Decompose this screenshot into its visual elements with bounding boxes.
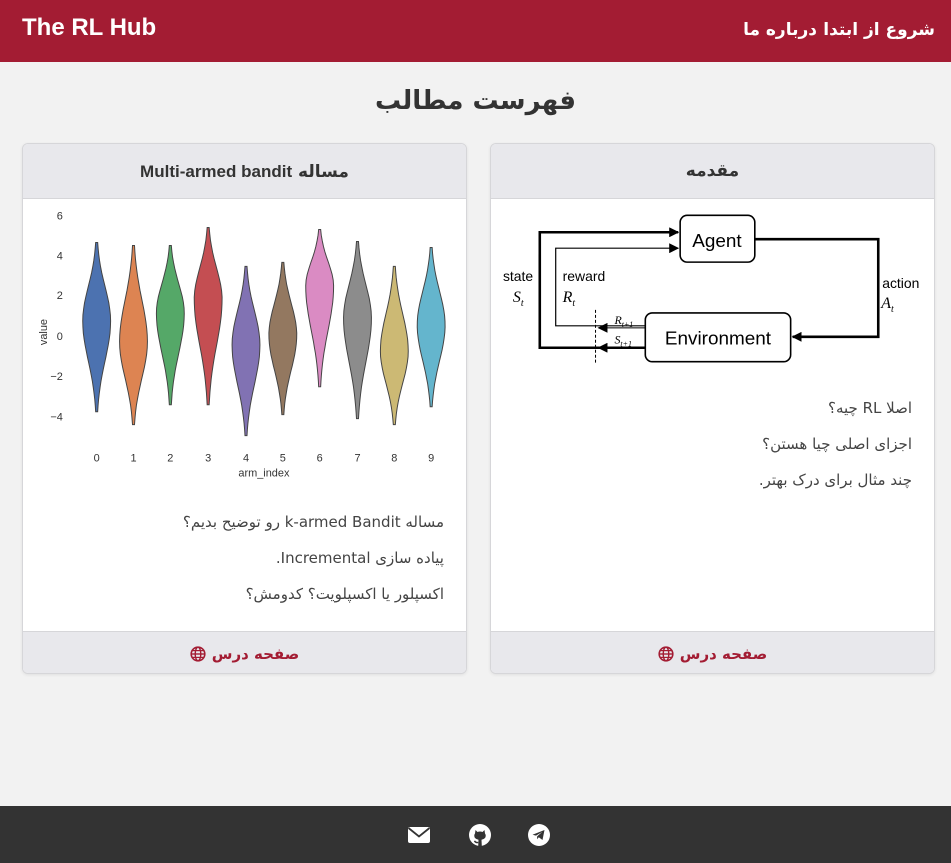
page-title: فهرست مطالب — [375, 86, 576, 116]
violin-shape — [305, 229, 335, 388]
topic-line: اکسپلور یا اکسپلویت؟ کدومش؟ — [245, 585, 444, 603]
card-introduction: مقدمه Agent Environment state reward act… — [490, 143, 935, 674]
brand-logo-link[interactable]: The RL Hub — [22, 14, 156, 42]
card-header-main: Multi-armed bandit — [140, 162, 293, 181]
violin-shape — [416, 246, 446, 408]
envelope-icon[interactable] — [407, 823, 431, 847]
y-tick-label: 6 — [57, 211, 63, 223]
topic-line: اصلا RL چیه؟ — [828, 399, 912, 417]
card-footer: صفحه درس — [491, 631, 934, 673]
violin-shape — [343, 240, 372, 420]
x-tick-label: 4 — [243, 452, 249, 464]
x-tick-label: 2 — [167, 452, 173, 464]
card-topic-list: اصلا RL چیه؟ اجزای اصلی چیا هستن؟ چند مث… — [759, 390, 912, 498]
svg-text:St+1: St+1 — [614, 333, 632, 349]
y-tick-label: 4 — [57, 250, 63, 262]
agent-environment-diagram: Agent Environment state reward action St… — [503, 214, 919, 364]
violin-shape — [82, 241, 112, 413]
next-reward-subscript: t+1 — [622, 320, 634, 329]
card-header: مساله Multi-armed bandit — [23, 144, 466, 199]
y-tick-label: 2 — [57, 290, 63, 302]
github-icon[interactable] — [468, 823, 492, 847]
action-label: action — [882, 275, 919, 291]
x-tick-label: 9 — [428, 452, 434, 464]
navbar: The RL Hub شروع از ابتدا درباره ما — [0, 0, 951, 62]
topic-line: چند مثال برای درک بهتر. — [758, 471, 912, 489]
site-footer — [0, 806, 951, 863]
svg-text:St: St — [513, 289, 524, 309]
card-footer: صفحه درس — [23, 631, 466, 673]
action-subscript: t — [891, 304, 894, 315]
x-tick-label: 0 — [94, 452, 100, 464]
violin-shape — [268, 261, 298, 416]
globe-icon — [658, 645, 674, 662]
reward-symbol: R — [562, 289, 573, 306]
globe-icon — [190, 645, 206, 662]
violin-shape — [119, 244, 148, 426]
telegram-icon[interactable] — [527, 823, 551, 847]
topic-line: اجزای اصلی چیا هستن؟ — [762, 435, 912, 453]
state-label: state — [503, 268, 533, 284]
svg-text:At: At — [880, 295, 894, 315]
lesson-page-label: صفحه درس — [211, 644, 300, 663]
violin-shape — [231, 265, 261, 437]
state-symbol: S — [513, 289, 521, 306]
reward-label: reward — [563, 268, 606, 284]
violin-shape — [379, 265, 409, 426]
lesson-page-link[interactable]: صفحه درس — [658, 633, 768, 674]
y-tick-label: 0 — [57, 331, 63, 343]
x-tick-label: 1 — [130, 452, 136, 464]
nav-link-start[interactable]: شروع از ابتدا — [823, 20, 935, 40]
action-symbol: A — [880, 295, 891, 312]
x-axis-label: arm_index — [238, 467, 290, 479]
lesson-page-label: صفحه درس — [679, 644, 768, 663]
topic-line: مساله k-armed Bandit رو توضیح بدیم؟ — [182, 513, 444, 531]
y-tick-label: −2 — [50, 371, 62, 383]
lesson-page-link[interactable]: صفحه درس — [190, 633, 300, 674]
violin-shape — [193, 227, 223, 406]
violin-shape — [155, 244, 185, 406]
topic-line: پیاده سازی Incremental. — [275, 549, 444, 567]
svg-text:Rt: Rt — [562, 289, 576, 309]
violin-plot-image: 6 4 2 0 −2 −4 value 0 1 2 3 4 5 6 7 8 9 … — [38, 211, 446, 479]
card-multi-armed-bandit: مساله Multi-armed bandit 6 4 2 0 −2 −4 v… — [22, 143, 467, 674]
y-tick-label: −4 — [50, 412, 62, 424]
card-topic-list: مساله k-armed Bandit رو توضیح بدیم؟ پیاد… — [183, 504, 444, 612]
violin-group — [82, 227, 446, 437]
x-tick-label: 5 — [280, 452, 286, 464]
card-header-prefix: مساله — [298, 162, 349, 182]
y-axis-label: value — [38, 319, 50, 345]
next-state-subscript: t+1 — [620, 340, 632, 349]
x-tick-label: 7 — [354, 452, 360, 464]
nav-link-about[interactable]: درباره ما — [743, 20, 817, 40]
x-tick-label: 8 — [391, 452, 397, 464]
agent-label: Agent — [692, 231, 742, 252]
x-tick-label: 6 — [317, 452, 323, 464]
card-header: مقدمه — [491, 144, 934, 199]
svg-text:Rt+1: Rt+1 — [613, 313, 633, 329]
reward-subscript: t — [572, 298, 575, 309]
environment-label: Environment — [665, 329, 772, 350]
state-subscript: t — [521, 298, 524, 309]
x-tick-label: 3 — [205, 452, 211, 464]
